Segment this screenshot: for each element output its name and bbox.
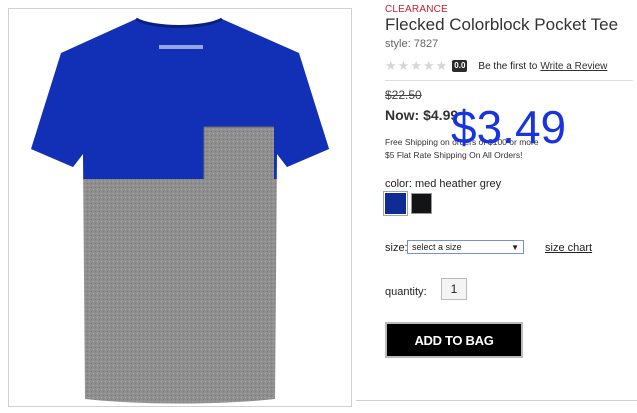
- tshirt-image: [31, 17, 329, 404]
- brand-tag: [159, 45, 203, 49]
- star-icon[interactable]: ★: [436, 59, 448, 73]
- be-first-text: Be the first to: [478, 60, 538, 72]
- sale-price: Now: $4.99: [385, 107, 459, 123]
- color-swatch-black[interactable]: [411, 193, 432, 214]
- add-to-bag-button[interactable]: ADD TO BAG: [385, 322, 523, 358]
- divider: [385, 80, 633, 81]
- size-select[interactable]: select a size ▼: [407, 240, 524, 254]
- write-review-link[interactable]: Write a Review: [540, 61, 607, 72]
- star-rating[interactable]: ★ ★ ★ ★ ★: [385, 59, 447, 73]
- overlay-price: $3.49: [451, 101, 567, 153]
- rating-score-badge: 0.0: [452, 60, 468, 72]
- clearance-badge: CLEARANCE: [385, 4, 448, 15]
- rating-row: ★ ★ ★ ★ ★ 0.0 Be the first to Write a Re…: [385, 58, 637, 74]
- product-image-frame: [8, 8, 352, 407]
- size-select-value: select a size: [412, 242, 462, 252]
- product-details: CLEARANCE Flecked Colorblock Pocket Tee …: [383, 0, 637, 413]
- color-swatch-blue[interactable]: [383, 191, 408, 216]
- star-icon[interactable]: ★: [398, 59, 410, 73]
- size-chart-link[interactable]: size chart: [545, 242, 592, 254]
- color-label: color: med heather grey: [385, 178, 502, 190]
- size-label: size:: [385, 242, 408, 254]
- product-title: Flecked Colorblock Pocket Tee: [385, 15, 619, 34]
- original-price: $22.50: [385, 88, 422, 102]
- quantity-input[interactable]: 1: [441, 278, 467, 300]
- star-icon[interactable]: ★: [385, 59, 397, 73]
- style-number: style: 7827: [385, 38, 439, 50]
- star-icon[interactable]: ★: [410, 59, 422, 73]
- dropdown-arrow-icon: ▼: [511, 242, 519, 252]
- quantity-label: quantity:: [385, 286, 427, 298]
- star-icon[interactable]: ★: [423, 59, 435, 73]
